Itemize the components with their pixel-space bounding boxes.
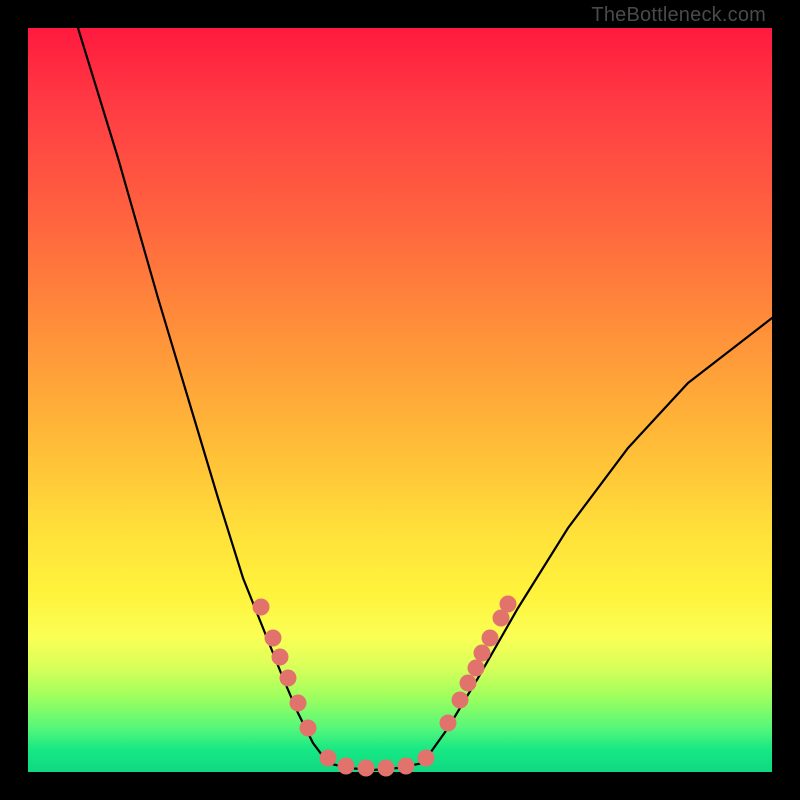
data-dot <box>320 750 337 767</box>
watermark-text: TheBottleneck.com <box>591 4 766 27</box>
data-dot <box>253 599 270 616</box>
chart-frame: TheBottleneck.com <box>0 0 800 800</box>
data-dot <box>468 660 485 677</box>
data-dot <box>300 720 317 737</box>
chart-svg <box>28 28 772 772</box>
data-dot <box>452 692 469 709</box>
data-dot <box>482 630 499 647</box>
data-dot <box>474 645 491 662</box>
data-dot <box>358 760 375 777</box>
data-dot <box>378 760 395 777</box>
data-dot <box>280 670 297 687</box>
data-dot <box>460 675 477 692</box>
data-dot <box>440 715 457 732</box>
data-dots <box>253 596 517 777</box>
data-dot <box>272 649 289 666</box>
data-dot <box>418 750 435 767</box>
valley-curve <box>78 28 772 770</box>
data-dot <box>500 596 517 613</box>
chart-plot-area <box>28 28 772 772</box>
data-dot <box>290 695 307 712</box>
data-dot <box>338 758 355 775</box>
data-dot <box>398 758 415 775</box>
data-dot <box>265 630 282 647</box>
